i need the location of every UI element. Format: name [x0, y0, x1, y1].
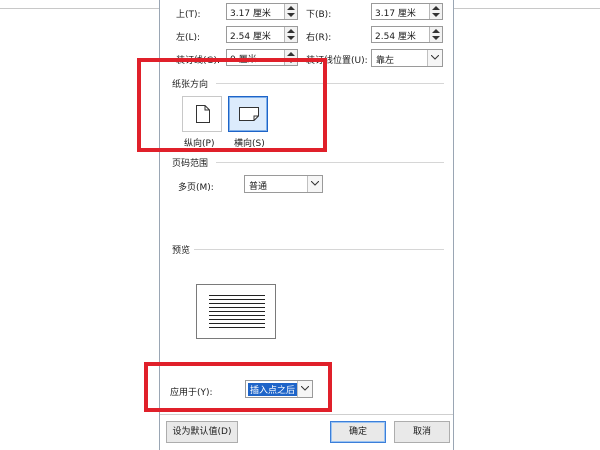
preview-line [209, 315, 265, 316]
dropdown-arrow[interactable] [427, 50, 442, 66]
spin-up-icon[interactable] [287, 6, 295, 10]
right-margin-stepper[interactable] [429, 27, 442, 42]
gutter-position-value[interactable]: 靠左 [376, 53, 394, 66]
top-margin-stepper[interactable] [284, 4, 297, 19]
pages-divider [216, 162, 444, 163]
set-default-button[interactable]: 设为默认值(D) [166, 421, 238, 443]
left-margin-stepper[interactable] [284, 27, 297, 42]
chevron-down-icon [431, 55, 439, 60]
spin-up-icon[interactable] [432, 29, 440, 33]
left-margin-label: 左(L): [176, 33, 201, 43]
right-margin-label: 右(R): [306, 33, 332, 43]
top-margin-spinner[interactable]: 3.17 厘米 [226, 3, 298, 20]
left-margin-value[interactable]: 2.54 厘米 [230, 29, 271, 42]
ok-button[interactable]: 确定 [330, 421, 386, 443]
preview-divider [194, 249, 444, 250]
spin-down-icon[interactable] [287, 36, 295, 40]
spin-up-icon[interactable] [287, 52, 295, 56]
spin-down-icon[interactable] [432, 13, 440, 17]
right-margin-spinner[interactable]: 2.54 厘米 [371, 26, 443, 43]
right-margin-value[interactable]: 2.54 厘米 [375, 29, 416, 42]
pages-section-title: 页码范围 [172, 159, 209, 169]
spin-up-icon[interactable] [432, 6, 440, 10]
chevron-down-icon [311, 181, 319, 186]
multiple-pages-select[interactable]: 普通 [244, 175, 323, 193]
bottom-margin-label: 下(B): [306, 10, 332, 20]
preview-line [209, 319, 265, 320]
preview-section-title: 预览 [172, 246, 191, 256]
preview-line [209, 307, 265, 308]
preview-line [209, 311, 265, 312]
multiple-pages-value[interactable]: 普通 [249, 179, 267, 192]
page-preview [196, 284, 276, 339]
preview-line [209, 295, 265, 296]
bottom-margin-value[interactable]: 3.17 厘米 [375, 6, 416, 19]
apply-to-highlight-box [144, 362, 332, 412]
top-margin-value[interactable]: 3.17 厘米 [230, 6, 271, 19]
preview-line [209, 327, 265, 328]
preview-line [209, 299, 265, 300]
spin-down-icon[interactable] [432, 36, 440, 40]
orientation-highlight-box [137, 58, 327, 152]
bottom-margin-spinner[interactable]: 3.17 厘米 [371, 3, 443, 20]
spin-up-icon[interactable] [287, 29, 295, 33]
left-margin-spinner[interactable]: 2.54 厘米 [226, 26, 298, 43]
spin-down-icon[interactable] [287, 13, 295, 17]
dropdown-arrow[interactable] [307, 176, 322, 192]
top-margin-label: 上(T): [176, 10, 201, 20]
bottom-margin-stepper[interactable] [429, 4, 442, 19]
preview-line [209, 323, 265, 324]
gutter-position-select[interactable]: 靠左 [371, 49, 443, 67]
footer-divider [160, 414, 453, 415]
preview-line [209, 303, 265, 304]
cancel-button[interactable]: 取消 [394, 421, 450, 443]
multiple-pages-label: 多页(M): [178, 183, 214, 193]
